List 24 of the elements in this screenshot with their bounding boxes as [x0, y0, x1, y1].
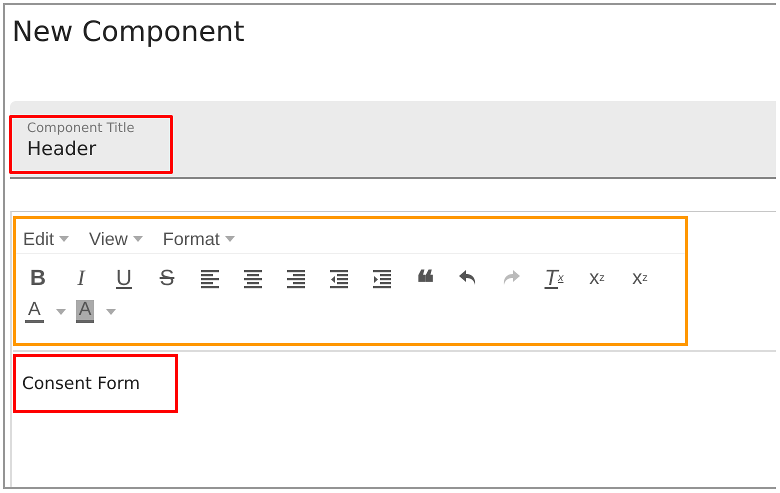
text-style-button[interactable]: ❝ — [407, 260, 443, 296]
caret-icon — [106, 308, 116, 314]
field-label: Component Title — [27, 121, 134, 136]
menu-button[interactable]: View — [89, 228, 143, 250]
align-right-icon — [285, 267, 307, 289]
caret-icon — [56, 308, 66, 314]
editor-content: Consent Form — [22, 374, 140, 394]
text-style-button[interactable]: S — [149, 260, 185, 296]
text-style-button[interactable]: x$^{z}$ — [622, 260, 658, 296]
title-field[interactable]: Header — [27, 138, 96, 160]
text-style-button[interactable]: I — [63, 260, 99, 296]
align-center-icon — [242, 267, 264, 289]
text-style-button[interactable]: U — [106, 260, 142, 296]
menu-button[interactable]: Format — [162, 228, 235, 250]
align-left-icon — [199, 267, 221, 289]
menu-button[interactable]: Edit — [23, 228, 70, 250]
page-title: New Component — [12, 15, 245, 49]
text-color-button[interactable]: A — [25, 300, 66, 323]
outdent-icon — [328, 267, 350, 289]
caret-icon — [132, 236, 143, 242]
caret-icon — [59, 236, 70, 242]
caret-icon — [224, 236, 235, 242]
indent-icon — [371, 267, 393, 289]
text-style-button[interactable]: B — [20, 260, 56, 296]
